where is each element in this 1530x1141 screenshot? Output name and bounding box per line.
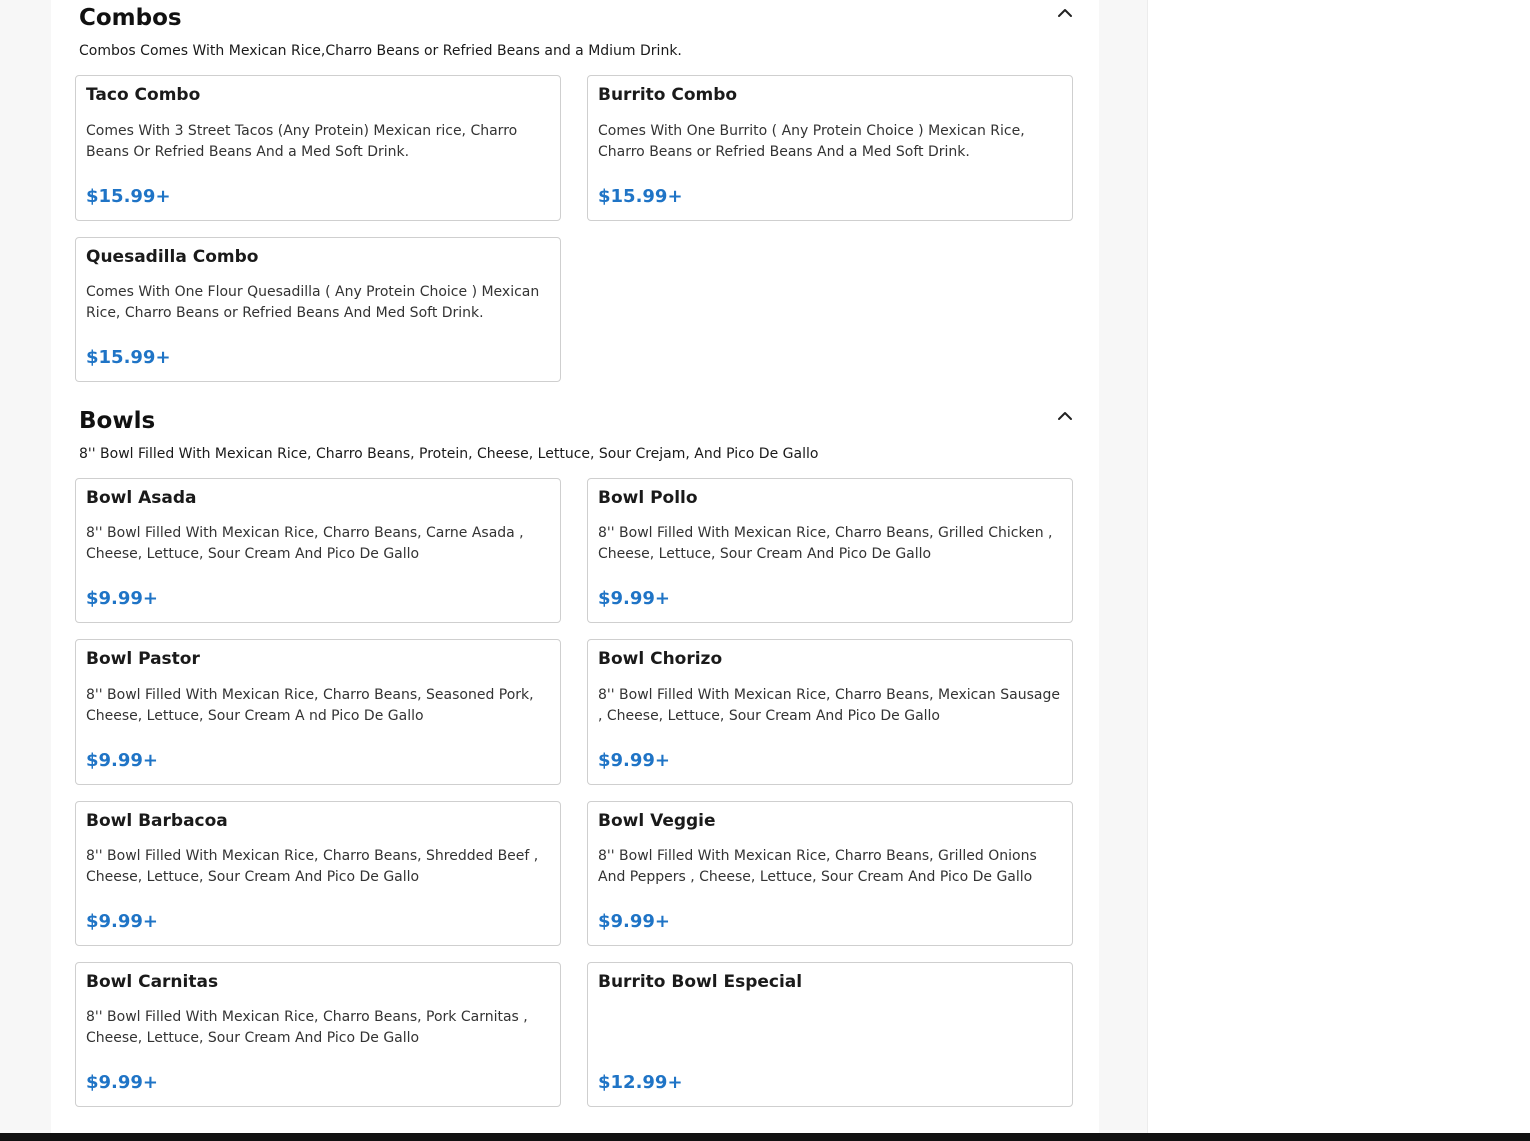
item-price: $9.99+: [598, 911, 671, 932]
item-price: $9.99+: [86, 1072, 159, 1093]
item-price: $9.99+: [86, 750, 159, 771]
item-name: Bowl Veggie: [598, 811, 716, 831]
item-description: 8'' Bowl Filled With Mexican Rice, Charr…: [598, 848, 1037, 885]
column-gap: [1099, 0, 1147, 1133]
menu-item-card[interactable]: Burrito Combo Comes With One Burrito ( A…: [587, 75, 1073, 221]
chevron-up-icon[interactable]: [1055, 406, 1075, 426]
item-name: Burrito Bowl Especial: [598, 972, 803, 992]
section-title-combos: Combos: [79, 5, 182, 31]
chevron-up-icon[interactable]: [1055, 3, 1075, 23]
item-price: $12.99+: [598, 1072, 683, 1093]
item-price: $15.99+: [86, 347, 171, 368]
section-title-bowls: Bowls: [79, 408, 156, 434]
section-description-bowls: 8'' Bowl Filled With Mexican Rice, Charr…: [79, 446, 819, 462]
menu-item-card[interactable]: Quesadilla Combo Comes With One Flour Qu…: [75, 237, 561, 382]
item-description: 8'' Bowl Filled With Mexican Rice, Charr…: [598, 687, 1060, 724]
right-panel: [1147, 0, 1530, 1133]
menu-item-card[interactable]: Taco Combo Comes With 3 Street Tacos (An…: [75, 75, 561, 221]
item-description: 8'' Bowl Filled With Mexican Rice, Charr…: [86, 1009, 528, 1046]
item-name: Bowl Pollo: [598, 488, 698, 508]
menu-item-card[interactable]: Bowl Veggie 8'' Bowl Filled With Mexican…: [587, 801, 1073, 946]
menu-item-card[interactable]: Bowl Asada 8'' Bowl Filled With Mexican …: [75, 478, 561, 623]
item-description: 8'' Bowl Filled With Mexican Rice, Charr…: [86, 848, 539, 885]
item-name: Bowl Asada: [86, 488, 197, 508]
item-name: Quesadilla Combo: [86, 247, 259, 267]
item-name: Burrito Combo: [598, 85, 738, 105]
menu-item-card[interactable]: Bowl Pastor 8'' Bowl Filled With Mexican…: [75, 639, 561, 785]
item-name: Bowl Chorizo: [598, 649, 723, 669]
item-name: Bowl Pastor: [86, 649, 200, 669]
item-description: Comes With 3 Street Tacos (Any Protein) …: [86, 123, 518, 160]
section-description-combos: Combos Comes With Mexican Rice,Charro Be…: [79, 43, 682, 59]
item-description: 8'' Bowl Filled With Mexican Rice, Charr…: [86, 687, 534, 724]
item-description: Comes With One Burrito ( Any Protein Cho…: [598, 123, 1025, 160]
item-price: $9.99+: [598, 750, 671, 771]
item-description: Comes With One Flour Quesadilla ( Any Pr…: [86, 284, 540, 321]
menu-item-card[interactable]: Bowl Barbacoa 8'' Bowl Filled With Mexic…: [75, 801, 561, 946]
bottom-bar: [0, 1133, 1530, 1141]
item-description: 8'' Bowl Filled With Mexican Rice, Charr…: [86, 525, 524, 562]
item-name: Taco Combo: [86, 85, 201, 105]
item-name: Bowl Carnitas: [86, 972, 219, 992]
item-price: $9.99+: [86, 588, 159, 609]
menu-page: Combos Combos Comes With Mexican Rice,Ch…: [0, 0, 1530, 1141]
item-price: $15.99+: [86, 186, 171, 207]
menu-item-card[interactable]: Bowl Chorizo 8'' Bowl Filled With Mexica…: [587, 639, 1073, 785]
menu-item-card[interactable]: Burrito Bowl Especial $12.99+: [587, 962, 1073, 1107]
item-price: $15.99+: [598, 186, 683, 207]
item-price: $9.99+: [86, 911, 159, 932]
item-price: $9.99+: [598, 588, 671, 609]
menu-item-card[interactable]: Bowl Carnitas 8'' Bowl Filled With Mexic…: [75, 962, 561, 1107]
item-name: Bowl Barbacoa: [86, 811, 228, 831]
item-description: 8'' Bowl Filled With Mexican Rice, Charr…: [598, 525, 1053, 562]
left-gutter: [0, 0, 51, 1133]
menu-item-card[interactable]: Bowl Pollo 8'' Bowl Filled With Mexican …: [587, 478, 1073, 623]
